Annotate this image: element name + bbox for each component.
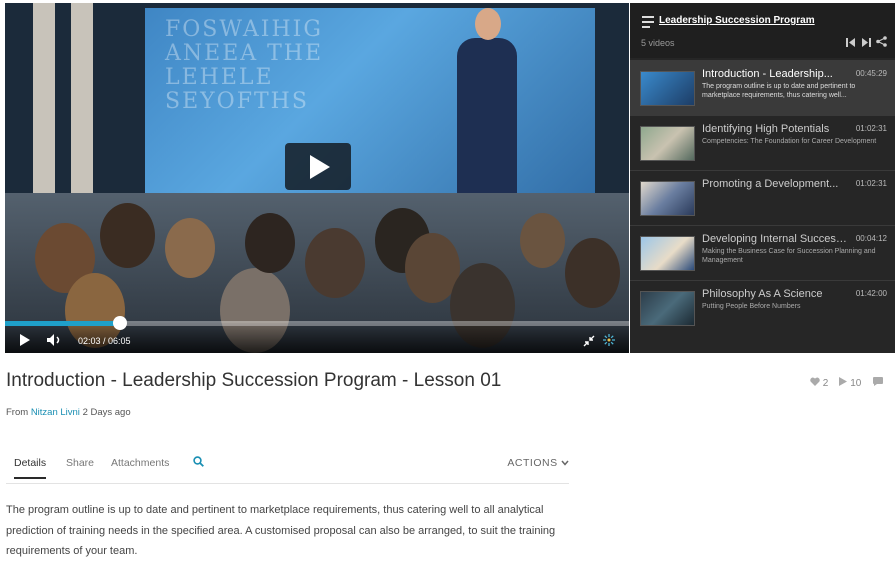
playlist-item-duration: 00:04:12	[855, 234, 887, 243]
plays-icon	[839, 377, 850, 389]
playlist-item-duration: 01:42:00	[855, 289, 887, 298]
video-thumbnail	[640, 236, 695, 271]
playlist-item-description: The program outline is up to date and pe…	[702, 83, 856, 99]
next-icon[interactable]	[861, 38, 876, 50]
screen-text: FOSWAIHIG ANEEA THE LEHELE SEYOFTHS	[165, 17, 324, 114]
fullscreen-exit-icon[interactable]	[583, 334, 595, 350]
kaltura-logo-icon	[603, 333, 615, 349]
video-thumbnail	[640, 71, 695, 106]
video-stats: 2 10	[810, 377, 883, 389]
playlist-count: 5 videos	[641, 38, 675, 48]
actions-label: ACTIONS	[507, 457, 558, 469]
author-link[interactable]: Nitzan Livni	[31, 407, 80, 418]
tab-details[interactable]: Details	[14, 457, 47, 479]
video-thumbnail	[640, 126, 695, 161]
play-overlay-button[interactable]	[285, 143, 351, 190]
playlist-title[interactable]: Leadership Succession Program	[659, 15, 815, 26]
actions-dropdown[interactable]: ACTIONS	[507, 457, 569, 469]
video-player[interactable]: FOSWAIHIG ANEEA THE LEHELE SEYOFTHS 02:0…	[5, 3, 629, 353]
video-thumbnail	[640, 291, 695, 326]
share-icon[interactable]	[876, 36, 887, 50]
time-display: 02:03 / 06:05	[78, 336, 131, 346]
playlist-item-title: Philosophy As A Science	[702, 288, 823, 300]
search-icon[interactable]	[193, 456, 204, 467]
like-icon[interactable]	[810, 377, 823, 389]
progress-bar[interactable]	[5, 316, 629, 330]
posted-time: 2 Days ago	[82, 407, 131, 418]
author-line: From Nitzan Livni 2 Days ago	[6, 407, 131, 418]
playlist-item-title: Identifying High Potentials	[702, 123, 830, 135]
playlist-item-description: Making the Business Case for Succession …	[702, 248, 876, 264]
playlist-item-description: Putting People Before Numbers	[702, 303, 801, 310]
playlist-item[interactable]: Developing Internal Successors 00:04:12 …	[630, 225, 895, 281]
playlist-item-title: Introduction - Leadership...	[702, 68, 833, 80]
tab-attachments[interactable]: Attachments	[111, 457, 169, 469]
playlist-item-description: Competencies: The Foundation for Career …	[702, 138, 877, 145]
playlist-header: Leadership Succession Program 5 videos	[630, 3, 895, 58]
from-label: From	[6, 407, 29, 418]
previous-icon[interactable]	[845, 38, 861, 50]
playlist-item-title: Developing Internal Successors	[702, 233, 852, 245]
playlist-item-duration: 00:45:29	[855, 69, 887, 78]
playlist-controls	[845, 36, 887, 50]
plays-count: 10	[850, 378, 862, 389]
playlist-item[interactable]: Identifying High Potentials 01:02:31 Com…	[630, 115, 895, 171]
playlist-item-duration: 01:02:31	[855, 124, 887, 133]
video-thumbnail	[640, 181, 695, 216]
comments-icon[interactable]	[872, 377, 883, 389]
playlist-item[interactable]: Philosophy As A Science 01:42:00 Putting…	[630, 280, 895, 336]
playlist-item-duration: 01:02:31	[855, 179, 887, 188]
video-title: Introduction - Leadership Succession Pro…	[6, 370, 502, 391]
play-icon[interactable]	[19, 333, 31, 349]
volume-icon[interactable]	[47, 333, 63, 349]
tab-share[interactable]: Share	[66, 457, 94, 469]
progress-fill	[5, 321, 121, 326]
playlist-item-title: Promoting a Development...	[702, 178, 839, 190]
chevron-down-icon	[561, 457, 569, 469]
playlist-icon	[642, 16, 654, 31]
playlist-item[interactable]: Promoting a Development... 01:02:31	[630, 170, 895, 226]
video-description: The program outline is up to date and pe…	[6, 504, 556, 557]
playlist-item[interactable]: Introduction - Leadership... 00:45:29 Th…	[630, 60, 895, 116]
speaker-head	[475, 8, 501, 40]
media-tabs: Details Share Attachments ACTIONS	[6, 455, 569, 484]
playlist-sidebar: Leadership Succession Program 5 videos I…	[630, 3, 895, 353]
like-count: 2	[822, 378, 829, 389]
